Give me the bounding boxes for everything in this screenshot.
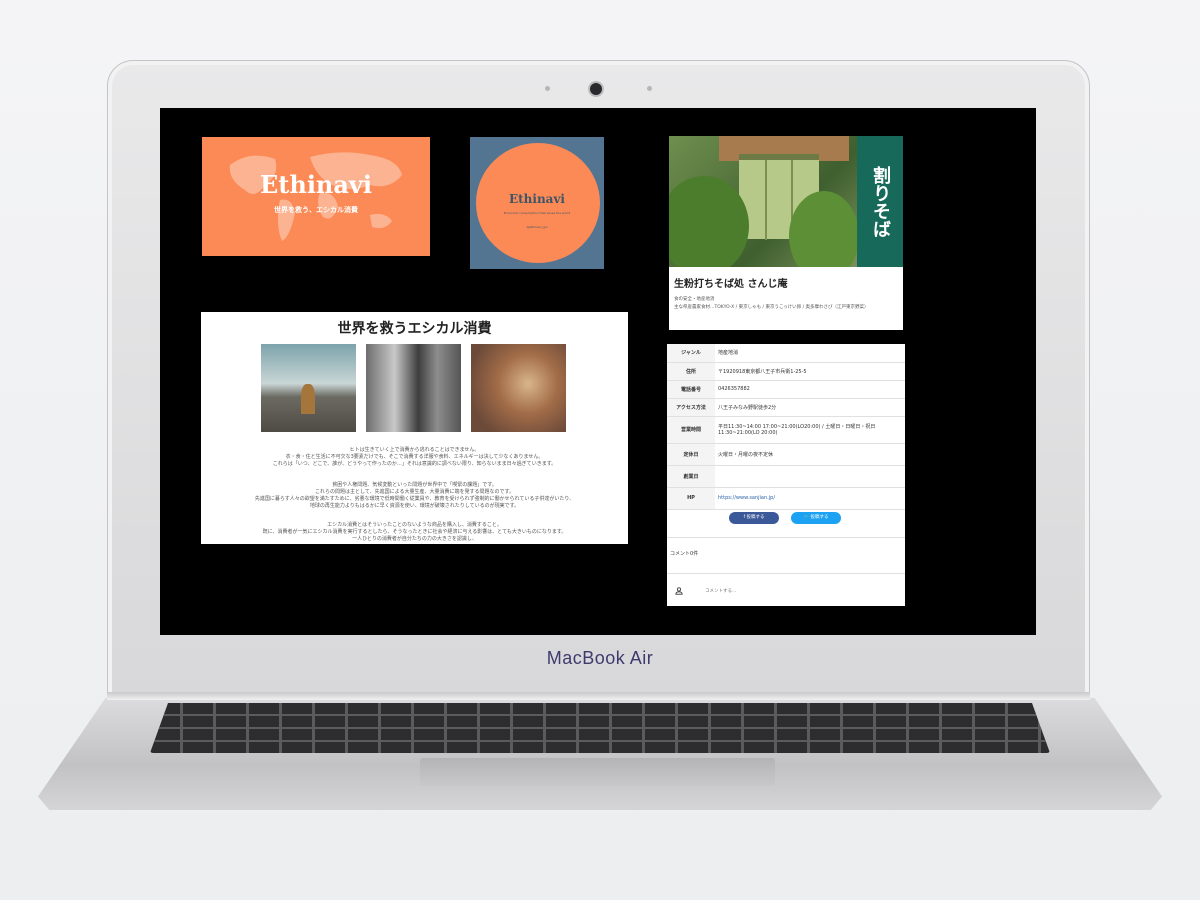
article-headline: 世界を救うエシカル消費 <box>337 321 492 337</box>
trackpad <box>420 758 775 786</box>
twitter-share-button[interactable]: 🐦 投稿する <box>791 512 841 524</box>
homepage-link[interactable]: https://www.sanjian.jp/ <box>718 495 775 501</box>
facebook-share-button[interactable]: f 投稿する <box>729 512 779 524</box>
table-row: HP https://www.sanjian.jp/ <box>667 487 905 510</box>
logo-banner-subtitle: 世界を救う、エシカル消費 <box>274 206 358 214</box>
sensor-dot <box>647 86 652 91</box>
logo-banner: Ethinavi 世界を救う、エシカル消費 <box>202 137 430 256</box>
info-value: 〒1920918東京都八王子市兵衛1-25-5 <box>715 362 905 381</box>
info-value: https://www.sanjian.jp/ <box>715 487 905 510</box>
info-key: HP <box>667 487 715 510</box>
comments-count: コメント0件 <box>670 551 699 557</box>
info-value: 平日11:30~14:00 17:00~21:00(LO20:00) / 土曜日… <box>715 416 905 444</box>
info-value: 火曜日・月曜の夜不定休 <box>715 443 905 466</box>
table-row: アクセス方法 八王子みなみ野駅徒歩2分 <box>667 398 905 417</box>
logo-badge-handle: @ethinavi_jpn <box>526 225 548 229</box>
info-key: 定休日 <box>667 443 715 466</box>
article-photo-landfill <box>261 344 356 432</box>
shop-info-table: ジャンル 地産地消 住所 〒1920918東京都八王子市兵衛1-25-5 電話番… <box>667 344 905 510</box>
info-value: 地産地消 <box>715 344 905 363</box>
tree-foliage <box>789 191 859 267</box>
info-value: 0426357882 <box>715 380 905 399</box>
table-row: 住所 〒1920918東京都八王子市兵衛1-25-5 <box>667 362 905 381</box>
info-key: ジャンル <box>667 344 715 363</box>
article-photo-waste <box>471 344 566 432</box>
logo-badge-tagline: Economic consumption that saves the worl… <box>503 211 571 215</box>
divider <box>667 537 905 538</box>
shop-photo: 割りそば <box>669 136 903 267</box>
shop-description: 食の安全・地産地消 主な県産農家食材…TOKYO-X / 東京しゃも / 東京う… <box>674 297 869 310</box>
webcam <box>590 83 602 95</box>
article-panel: 世界を救うエシカル消費 ヒトは生きていく上で消費から逃れることはできません。 衣… <box>201 312 628 544</box>
shop-banner-flag: 割りそば <box>857 136 903 267</box>
article-paragraph: ヒトは生きていく上で消費から逃れることはできません。 衣・食・住と生活に不可欠な… <box>272 447 557 467</box>
table-row: 定休日 火曜日・月曜の夜不定休 <box>667 443 905 466</box>
logo-badge: Ethinavi Economic consumption that saves… <box>470 137 604 269</box>
info-key: 創業日 <box>667 465 715 488</box>
article-photo-children <box>366 344 461 432</box>
shop-title: 生粉打ちそば処 さんじ庵 <box>674 279 788 290</box>
logo-badge-name: Ethinavi <box>508 192 565 206</box>
comment-input[interactable] <box>705 585 885 597</box>
device-brand-label: MacBook Air <box>546 648 654 668</box>
table-row: 創業日 <box>667 465 905 488</box>
info-value: 八王子みなみ野駅徒歩2分 <box>715 398 905 417</box>
table-row: ジャンル 地産地消 <box>667 344 905 363</box>
laptop-hinge <box>107 692 1090 700</box>
shop-info-panel: ジャンル 地産地消 住所 〒1920918東京都八王子市兵衛1-25-5 電話番… <box>667 344 905 606</box>
article-paragraph: 貧困や人権問題、気候変動といった問題が世界中で「喫緊の課題」です。 これらの問題… <box>254 482 575 509</box>
table-row: 電話番号 0426357882 <box>667 380 905 399</box>
info-key: 住所 <box>667 362 715 381</box>
shop-card[interactable]: 割りそば 生粉打ちそば処 さんじ庵 食の安全・地産地消 主な県産農家食材…TOK… <box>669 136 903 330</box>
table-row: 営業時間 平日11:30~14:00 17:00~21:00(LO20:00) … <box>667 416 905 444</box>
divider <box>667 573 905 574</box>
info-key: アクセス方法 <box>667 398 715 417</box>
user-icon <box>675 587 683 595</box>
info-value <box>715 465 905 488</box>
keyboard <box>150 703 1050 753</box>
laptop-screen: Ethinavi 世界を救う、エシカル消費 Ethinavi Economic … <box>160 108 1036 635</box>
sensor-dot <box>545 86 550 91</box>
logo-banner-name: Ethinavi <box>259 170 372 199</box>
article-paragraph: エシカル消費とはそういったことのないような商品を購入し、消費すること。 既に、消… <box>262 522 567 542</box>
info-key: 営業時間 <box>667 416 715 444</box>
tree-foliage <box>669 176 749 267</box>
info-key: 電話番号 <box>667 380 715 399</box>
